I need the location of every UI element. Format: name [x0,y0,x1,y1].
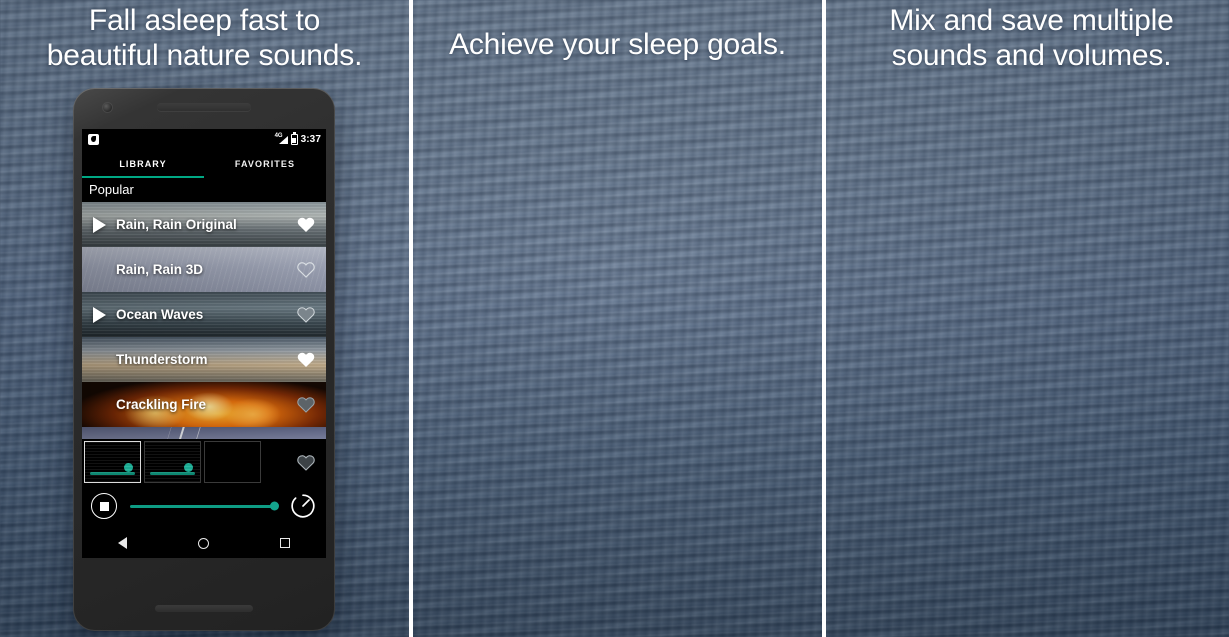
signal-bars [278,135,288,144]
table-row[interactable]: Rain, Rain 3D [82,247,326,292]
save-mix-favorite-button[interactable] [297,454,315,471]
phone-bottom-speaker [155,605,253,612]
slot-volume-slider[interactable] [150,462,195,475]
favorite-button[interactable] [297,216,315,233]
table-row[interactable]: Ocean Waves [82,292,326,337]
section-header-popular: Popular [82,178,326,202]
headline-line: Achieve your sleep goals. [449,28,786,61]
sound-name: Ocean Waves [116,307,204,322]
promo-panel-3: Mix and save multiple sounds and volumes… [826,0,1229,637]
favorite-button[interactable] [297,306,315,323]
headline-line: Fall asleep fast to [88,4,321,37]
mixer-slots [82,439,326,484]
mixer-bar-1 [82,439,326,558]
android-nav-bar [82,528,326,558]
tab-active-indicator [82,176,204,178]
promo-panel-2: Achieve your sleep goals. 4G [413,0,822,637]
screenshot-stage: Fall asleep fast to beautiful nature sou… [0,0,1229,637]
app-icon [88,133,99,145]
status-left [88,133,99,145]
phone-frame-1: 4G 3:37 LIBRARY FAVORITES Popular Rain, … [73,88,335,631]
headline-1: Fall asleep fast to beautiful nature sou… [0,0,409,73]
stop-button[interactable] [91,493,117,519]
sleep-timer-button[interactable] [289,492,317,520]
back-icon[interactable] [117,537,127,549]
sound-list-1: Rain, Rain Original Rain, Rain 3D Ocean … [82,202,326,472]
front-camera-icon [103,103,112,112]
sound-name: Thunderstorm [116,352,208,367]
favorite-button[interactable] [297,351,315,368]
slot-volume-knob[interactable] [124,462,133,472]
sound-name: Rain, Rain 3D [116,262,204,277]
headline-line: beautiful nature sounds. [46,39,363,73]
master-volume-slider[interactable] [130,501,279,511]
sound-name: Crackling Fire [116,397,207,412]
status-right: 4G 3:37 [275,131,321,145]
heart-outline-icon [297,397,315,413]
signal-icon: 4G [275,133,288,145]
earpiece-icon [157,103,251,111]
tab-bar-1: LIBRARY FAVORITES [82,149,326,178]
phone-screen-1: 4G 3:37 LIBRARY FAVORITES Popular Rain, … [82,129,326,558]
slot-volume-knob[interactable] [184,462,193,472]
status-bar-1: 4G 3:37 [82,129,326,149]
table-row[interactable]: Thunderstorm [82,337,326,382]
headline-line: Mix and save multiple [889,4,1174,37]
heart-filled-icon [297,217,315,232]
mixer-slot-empty[interactable] [204,441,261,483]
recents-icon[interactable] [280,538,291,548]
status-time: 3:37 [300,133,321,145]
panel-divider [822,0,826,637]
tab-library[interactable]: LIBRARY [82,149,204,178]
table-row[interactable]: Rain, Rain Original [82,202,326,247]
slot-volume-slider[interactable] [90,462,135,475]
heart-filled-icon [297,352,315,367]
headline-2: Achieve your sleep goals. [413,0,822,62]
table-row[interactable]: Crackling Fire [82,382,326,427]
headline-line: sounds and volumes. [891,39,1172,73]
panel-row: Fall asleep fast to beautiful nature sou… [0,0,1229,637]
favorite-button[interactable] [297,261,315,278]
play-icon[interactable] [93,216,106,233]
stop-icon [99,501,109,511]
panel-divider [409,0,413,637]
heart-outline-icon [297,455,315,471]
heart-outline-icon [297,307,315,323]
headline-3: Mix and save multiple sounds and volumes… [826,0,1229,73]
battery-icon [290,131,298,145]
heart-outline-icon [297,262,315,278]
master-volume-knob[interactable] [270,501,279,511]
transport-bar [82,484,326,528]
home-icon[interactable] [197,537,209,549]
sound-name: Rain, Rain Original [116,217,237,232]
favorite-button[interactable] [297,396,315,413]
promo-panel-1: Fall asleep fast to beautiful nature sou… [0,0,409,637]
mixer-slot[interactable] [84,441,141,483]
mixer-slot[interactable] [144,441,201,483]
tab-favorites[interactable]: FAVORITES [204,149,326,178]
play-icon[interactable] [93,306,106,323]
